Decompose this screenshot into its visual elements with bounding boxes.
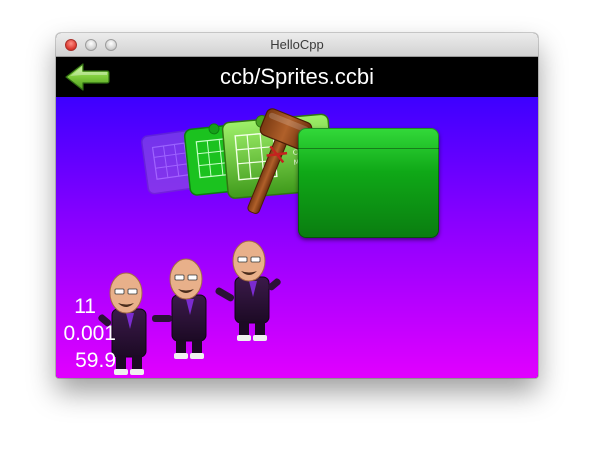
stats-overlay: 11 0.001 59.9 <box>56 293 116 374</box>
green-button-sprite <box>298 128 439 238</box>
sprite-layer: COLOR Maker <box>98 108 335 375</box>
character-sprite-3 <box>215 240 281 341</box>
stat-fps: 59.9 <box>75 349 116 372</box>
character-sprite-2 <box>152 258 207 359</box>
scene-header: ccb/Sprites.ccbi <box>56 57 538 97</box>
window-title: HelloCpp <box>270 37 324 52</box>
title-bar: HelloCpp <box>56 33 538 57</box>
stat-frame-time: 0.001 <box>63 322 116 345</box>
app-window: HelloCpp ccb/Sprites.ccbi 11 0.001 59.9 <box>56 33 538 378</box>
sprite-canvas: COLOR Maker <box>56 97 538 378</box>
game-view: ccb/Sprites.ccbi 11 0.001 59.9 <box>56 57 538 378</box>
scene-title: ccb/Sprites.ccbi <box>219 64 375 89</box>
stat-object-count: 11 <box>74 295 96 318</box>
